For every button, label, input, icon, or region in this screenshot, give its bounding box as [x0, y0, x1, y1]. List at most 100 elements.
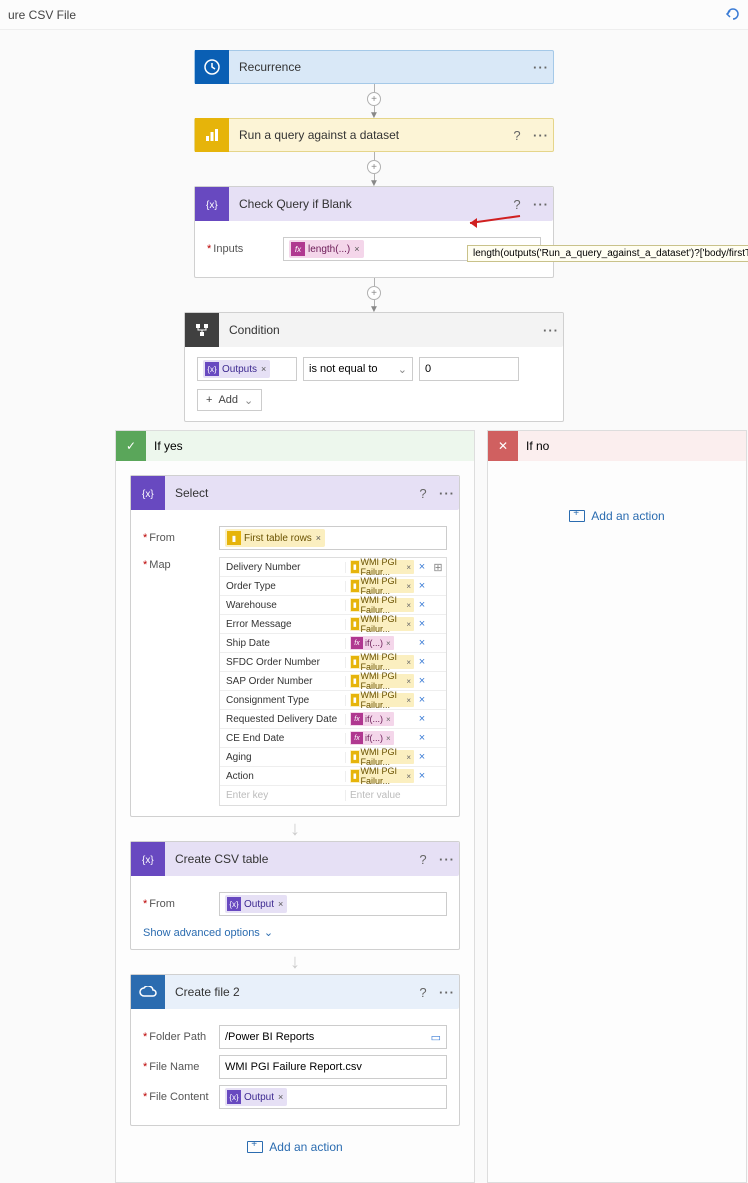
remove-chip-icon[interactable]: × — [261, 364, 266, 374]
page-title-partial: ure CSV File — [8, 8, 76, 22]
delete-row-icon[interactable]: × — [414, 675, 430, 687]
folder-picker-icon[interactable]: ▭ — [431, 1031, 441, 1044]
map-row[interactable]: Action▮WMI PGI Failur...×× — [220, 767, 446, 786]
condition-card: Condition ··· {x}Outputs× is not equal t… — [184, 312, 564, 422]
add-step-button[interactable]: + — [367, 92, 381, 106]
remove-chip-icon[interactable]: × — [354, 244, 359, 254]
add-step-button[interactable]: + — [367, 160, 381, 174]
first-table-rows-chip[interactable]: ▮First table rows× — [225, 529, 325, 547]
map-value[interactable]: fxif(...)× — [346, 636, 414, 650]
delete-row-icon[interactable]: × — [414, 656, 430, 668]
map-value[interactable]: ▮WMI PGI Failur...× — [346, 693, 414, 707]
remove-chip-icon[interactable]: × — [316, 533, 321, 543]
delete-row-icon[interactable]: × — [414, 770, 430, 782]
map-key[interactable]: Aging — [220, 752, 346, 763]
map-row[interactable]: Requested Delivery Datefxif(...)×× — [220, 710, 446, 729]
map-key[interactable]: SFDC Order Number — [220, 657, 346, 668]
map-key[interactable]: Action — [220, 771, 346, 782]
map-value[interactable]: ▮WMI PGI Failur...× — [346, 674, 414, 688]
map-row[interactable]: Warehouse▮WMI PGI Failur...×× — [220, 596, 446, 615]
delete-row-icon[interactable]: × — [414, 618, 430, 630]
help-icon[interactable]: ? — [505, 128, 529, 143]
map-key[interactable]: Error Message — [220, 619, 346, 630]
add-action-button[interactable]: Add an action — [502, 495, 732, 537]
add-action-button[interactable]: Add an action — [130, 1126, 460, 1168]
delete-row-icon[interactable]: × — [414, 732, 430, 744]
run-query-step[interactable]: Run a query against a dataset ? ··· — [194, 118, 554, 152]
file-content-field[interactable]: {x}Output× — [219, 1085, 447, 1109]
output-chip[interactable]: {x}Output× — [225, 895, 287, 913]
more-icon[interactable]: ··· — [435, 852, 459, 867]
delete-row-icon[interactable]: × — [414, 694, 430, 706]
more-icon[interactable]: ··· — [529, 60, 553, 75]
map-row[interactable]: SAP Order Number▮WMI PGI Failur...×× — [220, 672, 446, 691]
map-key[interactable]: Order Type — [220, 581, 346, 592]
map-value[interactable]: ▮WMI PGI Failur...× — [346, 617, 414, 631]
folder-path-field[interactable]: /Power BI Reports▭ — [219, 1025, 447, 1049]
map-row[interactable]: Aging▮WMI PGI Failur...×× — [220, 748, 446, 767]
delete-row-icon[interactable]: × — [414, 561, 430, 573]
more-icon[interactable]: ··· — [529, 128, 553, 143]
map-value[interactable]: ▮WMI PGI Failur...× — [346, 598, 414, 612]
map-value[interactable]: ▮WMI PGI Failur...× — [346, 750, 414, 764]
more-icon[interactable]: ··· — [529, 197, 553, 212]
help-icon[interactable]: ? — [505, 197, 529, 212]
map-key[interactable]: Ship Date — [220, 638, 346, 649]
chevron-down-icon: ⌄ — [264, 926, 273, 939]
output-chip[interactable]: {x}Output× — [225, 1088, 287, 1106]
map-value[interactable]: fxif(...)× — [346, 731, 414, 745]
map-row[interactable]: CE End Datefxif(...)×× — [220, 729, 446, 748]
toggle-mode-icon[interactable]: ⊞ — [430, 561, 446, 574]
map-value[interactable]: ▮WMI PGI Failur...× — [346, 560, 414, 574]
map-key[interactable]: Warehouse — [220, 600, 346, 611]
condition-operator-dropdown[interactable]: is not equal to⌄ — [303, 357, 413, 381]
file-name-field[interactable]: WMI PGI Failure Report.csv — [219, 1055, 447, 1079]
undo-icon[interactable] — [724, 6, 742, 22]
create-file-header[interactable]: Create file 2 ? ··· — [131, 975, 459, 1009]
map-key[interactable]: Consignment Type — [220, 695, 346, 706]
more-icon[interactable]: ··· — [539, 323, 563, 338]
help-icon[interactable]: ? — [411, 486, 435, 501]
map-row[interactable]: Order Type▮WMI PGI Failur...×× — [220, 577, 446, 596]
delete-row-icon[interactable]: × — [414, 580, 430, 592]
remove-chip-icon[interactable]: × — [278, 1092, 283, 1102]
map-row[interactable]: Delivery Number▮WMI PGI Failur...××⊞ — [220, 558, 446, 577]
delete-row-icon[interactable]: × — [414, 713, 430, 725]
map-key[interactable]: CE End Date — [220, 733, 346, 744]
if-no-header: ✕ If no — [488, 431, 746, 461]
remove-chip-icon[interactable]: × — [278, 899, 283, 909]
map-value[interactable]: fxif(...)× — [346, 712, 414, 726]
map-key[interactable]: SAP Order Number — [220, 676, 346, 687]
delete-row-icon[interactable]: × — [414, 599, 430, 611]
outputs-chip[interactable]: {x}Outputs× — [203, 360, 270, 378]
more-icon[interactable]: ··· — [435, 985, 459, 1000]
fx-chip[interactable]: fxlength(...)× — [289, 240, 364, 258]
map-row[interactable]: Ship Datefxif(...)×× — [220, 634, 446, 653]
select-header[interactable]: {x} Select ? ··· — [131, 476, 459, 510]
csv-header[interactable]: {x} Create CSV table ? ··· — [131, 842, 459, 876]
add-step-button[interactable]: + — [367, 286, 381, 300]
csv-from-field[interactable]: {x}Output× — [219, 892, 447, 916]
show-advanced-link[interactable]: Show advanced options ⌄ — [143, 926, 273, 939]
add-condition-button[interactable]: + Add ⌄ — [197, 389, 262, 411]
delete-row-icon[interactable]: × — [414, 637, 430, 649]
select-from-field[interactable]: ▮First table rows× — [219, 526, 447, 550]
help-icon[interactable]: ? — [411, 985, 435, 1000]
map-key[interactable]: Requested Delivery Date — [220, 714, 346, 725]
condition-left-value[interactable]: {x}Outputs× — [197, 357, 297, 381]
condition-right-value[interactable]: 0 — [419, 357, 519, 381]
map-key[interactable]: Delivery Number — [220, 562, 346, 573]
map-row[interactable]: Consignment Type▮WMI PGI Failur...×× — [220, 691, 446, 710]
more-icon[interactable]: ··· — [435, 486, 459, 501]
map-row-new[interactable]: Enter keyEnter value — [220, 786, 446, 805]
map-value[interactable]: ▮WMI PGI Failur...× — [346, 769, 414, 783]
recurrence-step[interactable]: Recurrence ··· — [194, 50, 554, 84]
map-row[interactable]: SFDC Order Number▮WMI PGI Failur...×× — [220, 653, 446, 672]
map-row[interactable]: Error Message▮WMI PGI Failur...×× — [220, 615, 446, 634]
map-value[interactable]: ▮WMI PGI Failur...× — [346, 655, 414, 669]
map-value[interactable]: ▮WMI PGI Failur...× — [346, 579, 414, 593]
condition-header[interactable]: Condition ··· — [185, 313, 563, 347]
help-icon[interactable]: ? — [411, 852, 435, 867]
map-label: Map — [143, 556, 219, 571]
delete-row-icon[interactable]: × — [414, 751, 430, 763]
